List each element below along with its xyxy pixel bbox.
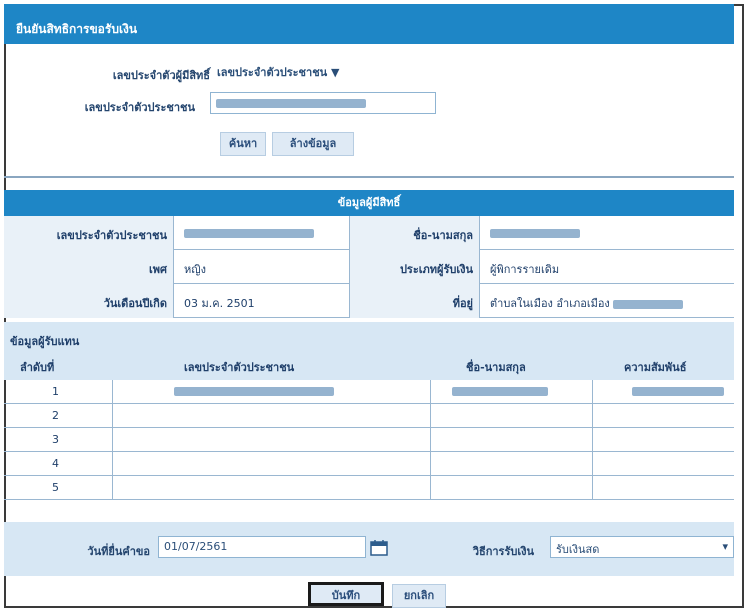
redacted-text (174, 387, 334, 396)
selected-value: รับเงินสด (556, 543, 600, 556)
column-divider (112, 380, 113, 500)
info-label: วันเดือนปีเกิด (4, 284, 174, 318)
row-number: 3 (52, 433, 59, 446)
column-header: ลำดับที่ (20, 361, 55, 374)
column-header: ความสัมพันธ์ (624, 361, 687, 374)
redacted-text (216, 98, 366, 108)
column-divider (430, 380, 431, 500)
redacted-text (184, 228, 314, 238)
clear-button[interactable]: ล้างข้อมูล (272, 132, 354, 156)
cancel-button[interactable]: ยกเลิก (392, 584, 446, 608)
info-panel: เลขประจำตัวประชาชน ชื่อ-นามสกุล เพศ หญิง… (4, 216, 734, 320)
column-header: ชื่อ-นามสกุล (466, 361, 526, 374)
address-text: ตำบลในเมือง อำเภอเมือง (490, 297, 610, 310)
redacted-text (490, 228, 580, 238)
row-number: 5 (52, 481, 59, 494)
date-input[interactable]: 01/07/2561 (158, 536, 366, 558)
id-type-select[interactable]: เลขประจำตัวประชาชน ▼ (212, 60, 372, 82)
info-row: เลขประจำตัวประชาชน ชื่อ-นามสกุล (4, 216, 734, 250)
date-label: วันที่ยื่นคำขอ (87, 545, 150, 558)
redacted-text (613, 299, 684, 309)
section-header: ข้อมูลผู้มีสิทธิ์ (4, 190, 734, 216)
info-row: เพศ หญิง ประเภทผู้รับเงิน ผู้พิการรายเดิ… (4, 250, 734, 284)
method-label: วิธีการรับเงิน (472, 545, 534, 558)
owner-id-label: เลขประจำตัวผู้มีสิทธิ์ (112, 69, 210, 82)
redacted-text (452, 387, 548, 396)
info-label: เลขประจำตัวประชาชน (4, 216, 174, 250)
chevron-down-icon: ▾ (722, 540, 728, 553)
table-row: 5 (4, 476, 734, 500)
info-value: ผู้พิการรายเดิม (490, 263, 560, 276)
table-title: ข้อมูลผู้รับแทน (10, 335, 80, 348)
calendar-icon[interactable] (370, 540, 388, 556)
info-label: เพศ (4, 250, 174, 284)
info-value (174, 216, 350, 250)
row-number: 4 (52, 457, 59, 470)
footer-panel: วันที่ยื่นคำขอ 01/07/2561 วิธีการรับเงิน… (4, 522, 734, 576)
search-button[interactable]: ค้นหา (220, 132, 266, 156)
info-value: ตำบลในเมือง อำเภอเมือง (480, 284, 734, 318)
info-value (480, 216, 734, 250)
page-title: ยืนยันสิทธิการขอรับเงิน (4, 4, 734, 44)
representative-table-header: ข้อมูลผู้รับแทน ลำดับที่ เลขประจำตัวประช… (4, 322, 734, 380)
info-value: หญิง (174, 250, 350, 284)
column-divider (592, 380, 593, 500)
info-label: ที่อยู่ (350, 284, 480, 318)
column-header: เลขประจำตัวประชาชน (184, 361, 295, 374)
table-row: 3 (4, 428, 734, 452)
info-label: ประเภทผู้รับเงิน (350, 250, 480, 284)
citizen-id-input[interactable] (210, 92, 436, 114)
info-row: วันเดือนปีเกิด 03 ม.ค. 2501 ที่อยู่ ตำบล… (4, 284, 734, 318)
redacted-text (632, 387, 724, 396)
row-number: 2 (52, 409, 59, 422)
payment-method-select[interactable]: รับเงินสด ▾ (550, 536, 734, 558)
citizen-id-label: เลขประจำตัวประชาชน (84, 101, 195, 114)
row-number: 1 (52, 385, 59, 398)
save-button[interactable]: บันทึก (308, 582, 384, 606)
info-label: ชื่อ-นามสกุล (350, 216, 480, 250)
info-value: 03 ม.ค. 2501 (174, 284, 350, 318)
table-row: 2 (4, 404, 734, 428)
divider (4, 176, 734, 178)
table-row: 1 (4, 380, 734, 404)
table-row: 4 (4, 452, 734, 476)
id-type-value: เลขประจำตัวประชาชน (217, 66, 328, 79)
